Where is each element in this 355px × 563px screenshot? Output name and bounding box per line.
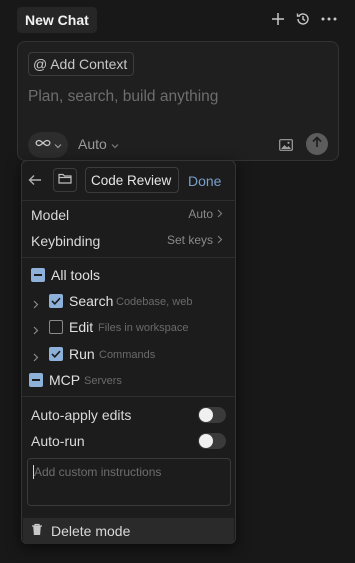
text-cursor [33, 465, 34, 479]
chevron-right-icon[interactable] [33, 296, 39, 314]
chevron-right-icon [217, 233, 223, 247]
model-value-text: Auto [188, 207, 213, 221]
chevron-right-icon[interactable] [33, 322, 39, 340]
trash-icon [31, 523, 43, 539]
model-selector-label: Auto [78, 136, 107, 152]
done-button[interactable]: Done [188, 173, 221, 189]
edit-tool-desc: Files in workspace [98, 322, 189, 334]
check-icon [51, 350, 61, 358]
mode-name-input[interactable] [85, 167, 179, 193]
divider [22, 396, 235, 397]
history-icon[interactable] [293, 9, 313, 29]
send-button[interactable] [306, 133, 328, 155]
divider [22, 257, 235, 258]
delete-mode-button[interactable]: Delete mode [23, 518, 234, 544]
run-tool-checkbox[interactable] [49, 347, 63, 361]
mode-settings-panel: Done Model Auto Keybinding Set keys [21, 160, 236, 544]
custom-instructions-input[interactable] [27, 458, 231, 506]
folder-icon [58, 171, 72, 189]
chevron-right-icon [217, 207, 223, 221]
chat-window: New Chat @ Add Context Plan, search, bui… [0, 0, 355, 563]
delete-mode-label: Delete mode [51, 523, 131, 539]
toggle-knob [199, 434, 213, 448]
edit-tool-checkbox[interactable] [49, 320, 63, 334]
run-tool-desc: Commands [99, 349, 156, 361]
toggle-knob [199, 408, 213, 422]
at-icon: @ [33, 56, 48, 72]
keybinding-label: Keybinding [31, 233, 101, 249]
auto-apply-edits-label: Auto-apply edits [31, 407, 132, 423]
chevron-right-icon[interactable] [33, 349, 39, 367]
image-icon[interactable] [279, 138, 293, 156]
chevron-down-icon [111, 136, 119, 152]
more-icon[interactable] [319, 9, 339, 29]
add-context-button[interactable]: @ Add Context [28, 52, 135, 76]
prompt-input[interactable]: Plan, search, build anything [28, 88, 218, 106]
divider [22, 200, 235, 201]
plus-icon[interactable] [268, 9, 288, 29]
auto-run-toggle[interactable] [198, 433, 226, 449]
header: New Chat [0, 0, 355, 40]
auto-apply-edits-toggle[interactable] [198, 407, 226, 423]
model-label: Model [31, 207, 70, 223]
auto-run-label: Auto-run [31, 433, 85, 449]
search-tool-checkbox[interactable] [49, 294, 63, 308]
check-icon [51, 297, 61, 305]
edit-tool-label: Edit [69, 319, 94, 335]
model-value: Auto [188, 207, 223, 221]
mode-icon-picker-button[interactable] [53, 168, 77, 192]
arrow-up-icon [312, 135, 322, 153]
mode-selector-button[interactable] [28, 132, 68, 158]
tab-new-chat[interactable]: New Chat [17, 7, 97, 33]
search-tool-label: Search [69, 293, 114, 309]
mcp-checkbox[interactable] [29, 373, 43, 387]
all-tools-label: All tools [51, 267, 101, 283]
run-tool-label: Run [69, 346, 95, 362]
model-selector[interactable]: Auto [78, 136, 119, 152]
keybinding-value-text: Set keys [166, 233, 213, 247]
chevron-down-icon [54, 136, 62, 154]
all-tools-checkbox[interactable] [31, 268, 45, 282]
keybinding-value: Set keys [167, 233, 223, 247]
composer: @ Add Context Plan, search, build anythi… [17, 41, 339, 161]
infinity-icon [35, 136, 51, 154]
mcp-label: MCP [49, 372, 81, 388]
back-arrow-icon[interactable] [28, 173, 42, 191]
add-context-label: Add Context [50, 56, 128, 72]
mcp-desc: Servers [84, 375, 122, 387]
search-tool-desc: Codebase, web [116, 296, 193, 308]
